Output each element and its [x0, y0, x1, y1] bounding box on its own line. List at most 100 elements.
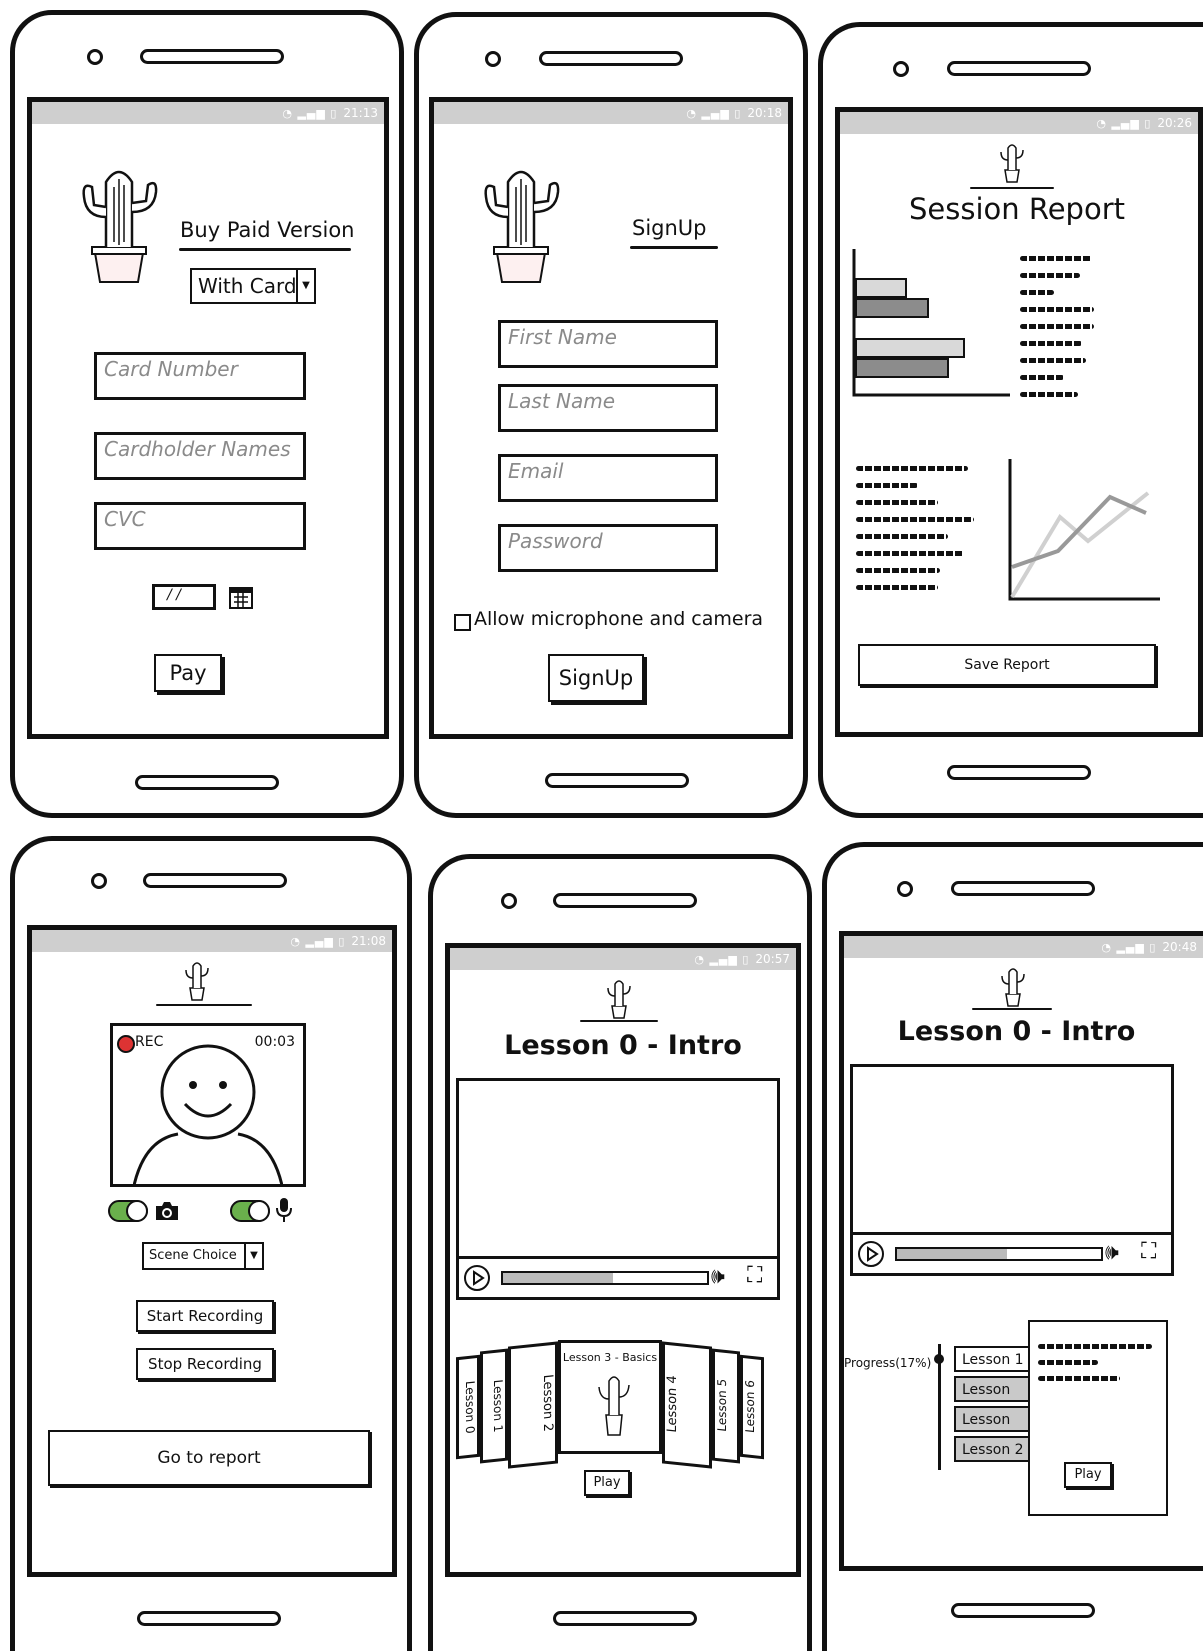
- text-scribble: [1020, 324, 1094, 329]
- play-button[interactable]: Play: [1064, 1462, 1112, 1488]
- first-name-field[interactable]: First Name: [498, 320, 718, 368]
- camera-dot: [87, 49, 103, 65]
- status-time: 20:18: [747, 106, 782, 120]
- microphone-toggle[interactable]: [230, 1200, 270, 1222]
- sketch-bar: [855, 278, 907, 298]
- video-player[interactable]: 🕪 ⛶: [456, 1078, 780, 1300]
- email-field[interactable]: Email: [498, 454, 718, 502]
- permissions-checkbox[interactable]: [454, 614, 471, 631]
- video-progress-bar[interactable]: [895, 1247, 1103, 1261]
- lesson-card-1[interactable]: Lesson 1: [480, 1348, 508, 1464]
- lesson-item[interactable]: Lesson 1.3: [954, 1406, 1030, 1452]
- volume-icon[interactable]: 🕪: [1105, 1240, 1119, 1265]
- play-icon[interactable]: [857, 1240, 885, 1268]
- go-to-report-button[interactable]: Go to report: [48, 1430, 370, 1486]
- status-time: 21:13: [343, 106, 378, 120]
- logo-underline: [972, 1008, 1052, 1010]
- phone-screen: ◔ ▂▄▆ ▯ 20:18 SignUp First Name Last Name…: [429, 97, 793, 739]
- speaker-slot: [539, 51, 683, 66]
- cactus-logo: [484, 170, 560, 283]
- text-scribble: [856, 500, 938, 505]
- status-time: 21:08: [351, 934, 386, 948]
- microphone-icon: [276, 1198, 292, 1222]
- signal-icon: ◔ ▂▄▆ ▯: [694, 953, 750, 966]
- video-progress-fill: [897, 1249, 1008, 1259]
- title-underline: [630, 246, 718, 249]
- fullscreen-icon[interactable]: ⛶: [1141, 1239, 1156, 1264]
- status-time: 20:48: [1162, 940, 1197, 954]
- home-button[interactable]: [947, 765, 1091, 780]
- speaker-slot: [140, 49, 284, 64]
- lesson-item[interactable]: Lesson 2: [954, 1436, 1030, 1462]
- phone-session-report: ◔ ▂▄▆ ▯ 20:26 Session Report Save Report: [818, 22, 1203, 818]
- cactus-logo: [185, 962, 209, 1001]
- camera-dot: [501, 893, 517, 909]
- lesson-title: Lesson 0 - Intro: [504, 1030, 742, 1061]
- home-button[interactable]: [137, 1611, 281, 1626]
- fullscreen-icon[interactable]: ⛶: [747, 1263, 762, 1288]
- lesson-card-5[interactable]: Lesson 5: [712, 1348, 740, 1464]
- home-button[interactable]: [545, 773, 689, 788]
- last-name-field[interactable]: Last Name: [498, 384, 718, 432]
- progress-marker[interactable]: [934, 1354, 944, 1364]
- logo-underline: [970, 187, 1054, 189]
- video-controls: 🕪 ⛶: [853, 1232, 1171, 1273]
- home-button[interactable]: [553, 1611, 697, 1626]
- play-button[interactable]: Play: [584, 1470, 630, 1496]
- text-scribble: [856, 483, 918, 488]
- pay-button[interactable]: Pay: [154, 654, 222, 692]
- home-button[interactable]: [135, 775, 279, 790]
- payment-method-dropdown[interactable]: With Card ▼: [190, 268, 316, 304]
- status-bar: ◔ ▂▄▆ ▯ 21:13: [32, 102, 384, 124]
- phone-buy-paid: ◔ ▂▄▆ ▯ 21:13 Buy Paid Version With Card …: [10, 10, 404, 818]
- video-progress-fill: [503, 1273, 614, 1283]
- text-scribble: [1020, 307, 1094, 312]
- video-player[interactable]: 🕪 ⛶: [850, 1064, 1174, 1276]
- lesson-card-0[interactable]: Lesson 0: [456, 1354, 480, 1460]
- text-scribble: [856, 568, 940, 573]
- lesson-card-6[interactable]: Lesson 6: [740, 1354, 764, 1460]
- calendar-icon[interactable]: [228, 584, 254, 610]
- text-scribble: [856, 551, 964, 556]
- home-button[interactable]: [951, 1603, 1095, 1618]
- start-recording-button[interactable]: Start Recording: [136, 1300, 274, 1332]
- cactus-icon: [598, 1376, 630, 1436]
- password-field[interactable]: Password: [498, 524, 718, 572]
- status-time: 20:26: [1157, 116, 1192, 130]
- stop-recording-button[interactable]: Stop Recording: [136, 1348, 274, 1380]
- user-avatar-icon: [133, 1044, 283, 1184]
- camera-toggle[interactable]: [108, 1200, 148, 1222]
- camera-dot: [897, 881, 913, 897]
- text-scribble: [1020, 290, 1054, 295]
- text-scribble: [1020, 273, 1080, 278]
- phone-lesson-progress: ◔ ▂▄▆ ▯ 20:48 Lesson 0 - Intro 🕪 ⛶ Progre…: [822, 842, 1203, 1651]
- save-report-button[interactable]: Save Report: [858, 644, 1156, 686]
- signup-button[interactable]: SignUp: [548, 654, 644, 702]
- speaker-slot: [143, 873, 287, 888]
- video-progress-bar[interactable]: [501, 1271, 709, 1285]
- lesson-card-4[interactable]: Lesson 4: [662, 1341, 712, 1469]
- camera-dot: [893, 61, 909, 77]
- status-bar: ◔ ▂▄▆ ▯ 21:08: [32, 930, 392, 952]
- play-icon[interactable]: [463, 1264, 491, 1292]
- expiry-date-field[interactable]: / /: [152, 584, 216, 610]
- expiry-date-value: / /: [167, 587, 181, 603]
- checkbox-label: Allow microphone and camera: [474, 608, 764, 630]
- camera-dot: [485, 51, 501, 67]
- status-bar: ◔ ▂▄▆ ▯ 20:48: [844, 936, 1203, 958]
- cardholder-field[interactable]: Cardholder Names: [94, 432, 306, 480]
- cactus-logo: [607, 980, 631, 1019]
- text-scribble: [1038, 1344, 1152, 1349]
- phone-signup: ◔ ▂▄▆ ▯ 20:18 SignUp First Name Last Name…: [414, 12, 808, 818]
- lesson-item[interactable]: Lesson 1.2: [954, 1376, 1030, 1422]
- sketch-line-dark: [1011, 494, 1147, 569]
- lesson-item[interactable]: Lesson 1: [954, 1346, 1030, 1372]
- scene-choice-dropdown[interactable]: Scene Choice ▼: [142, 1242, 264, 1270]
- lesson-card-current[interactable]: Lesson 3 - Basics: [558, 1340, 662, 1454]
- lesson-card-2[interactable]: Lesson 2: [508, 1341, 558, 1469]
- signal-icon: ◔ ▂▄▆ ▯: [686, 107, 742, 120]
- text-scribble: [1038, 1376, 1120, 1381]
- volume-icon[interactable]: 🕪: [711, 1264, 725, 1289]
- card-number-field[interactable]: Card Number: [94, 352, 306, 400]
- cvc-field[interactable]: CVC: [94, 502, 306, 550]
